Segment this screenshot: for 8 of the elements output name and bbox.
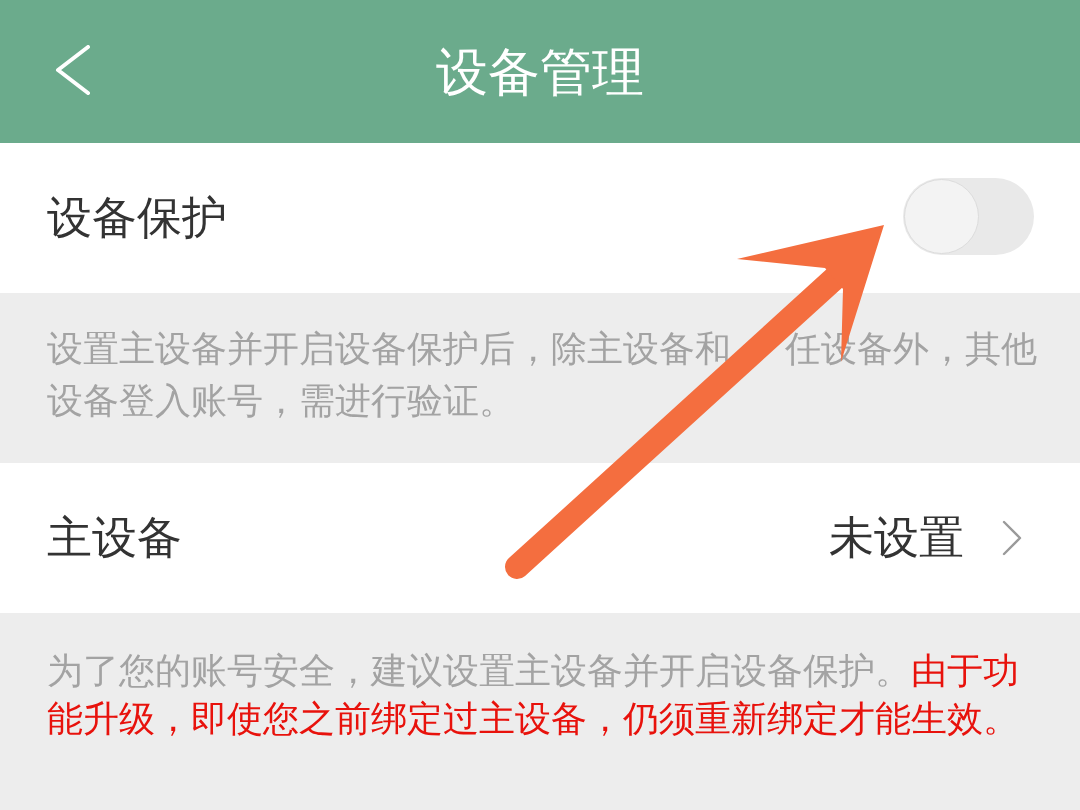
row-value: 未设置 [829,511,964,565]
settings-row[interactable]: 主设备 未设置 [0,463,1080,613]
row-label: 主设备 [47,511,182,565]
row-label: 设备保护 [47,191,227,245]
screen-title: 设备管理 [436,41,644,103]
back-chevron-icon [54,45,92,95]
chevron-right-icon [1002,520,1022,556]
note-text: 为了您的账号安全，建议设置主设备并开启设备保护。由于功能升级，即使您之前绑定过主设备，仍须重新绑定才能生效。 [47,649,1020,741]
